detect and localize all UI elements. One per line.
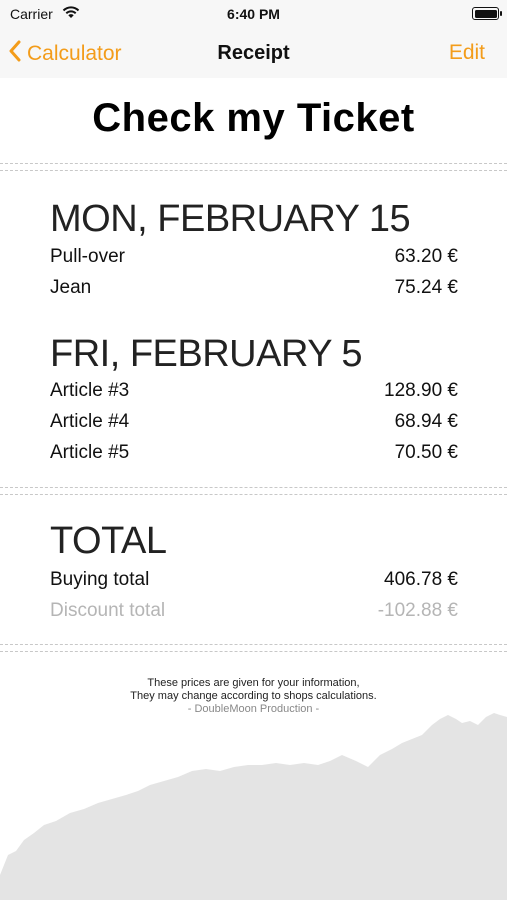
page-title: Receipt <box>217 42 290 64</box>
date-heading: FRI, FEBRUARY 5 <box>50 333 363 375</box>
discount-total-value: -102.88 € <box>377 600 458 621</box>
total-heading: TOTAL <box>50 520 167 562</box>
line-item: Article #3 128.90 € <box>50 380 458 406</box>
discount-total-label: Discount total <box>50 600 166 621</box>
item-name: Jean <box>50 277 92 298</box>
buying-total-row: Buying total 406.78 € <box>50 569 458 595</box>
buying-total-value: 406.78 € <box>384 569 458 590</box>
navigation-bar: Calculator Receipt Edit <box>0 30 507 78</box>
footer-note-line-1: These prices are given for your informat… <box>147 677 360 689</box>
buying-total-label: Buying total <box>50 569 150 590</box>
dashed-divider <box>0 644 507 652</box>
item-price: 63.20 € <box>394 246 458 267</box>
line-item: Article #4 68.94 € <box>50 411 458 437</box>
item-price: 70.50 € <box>394 442 458 463</box>
item-price: 75.24 € <box>394 277 458 298</box>
footer-note-line-2: They may change according to shops calcu… <box>130 690 377 702</box>
status-time: 6:40 PM <box>227 6 280 22</box>
item-name: Article #5 <box>50 442 130 463</box>
item-price: 128.90 € <box>384 380 458 401</box>
line-item: Jean 75.24 € <box>50 277 458 303</box>
discount-total-row: Discount total -102.88 € <box>50 600 458 626</box>
item-name: Pull-over <box>50 246 125 267</box>
status-bar: Carrier 6:40 PM <box>0 0 507 30</box>
background-graph-decoration <box>0 713 507 900</box>
dashed-divider <box>0 487 507 495</box>
date-heading: MON, FEBRUARY 15 <box>50 198 411 240</box>
item-price: 68.94 € <box>394 411 458 432</box>
dashed-divider <box>0 163 507 171</box>
line-item: Article #5 70.50 € <box>50 442 458 468</box>
battery-icon <box>472 7 502 20</box>
line-item: Pull-over 63.20 € <box>50 246 458 272</box>
item-name: Article #4 <box>50 411 130 432</box>
item-name: Article #3 <box>50 380 130 401</box>
receipt-title: Check my Ticket <box>92 96 415 140</box>
edit-button[interactable]: Edit <box>449 41 485 65</box>
